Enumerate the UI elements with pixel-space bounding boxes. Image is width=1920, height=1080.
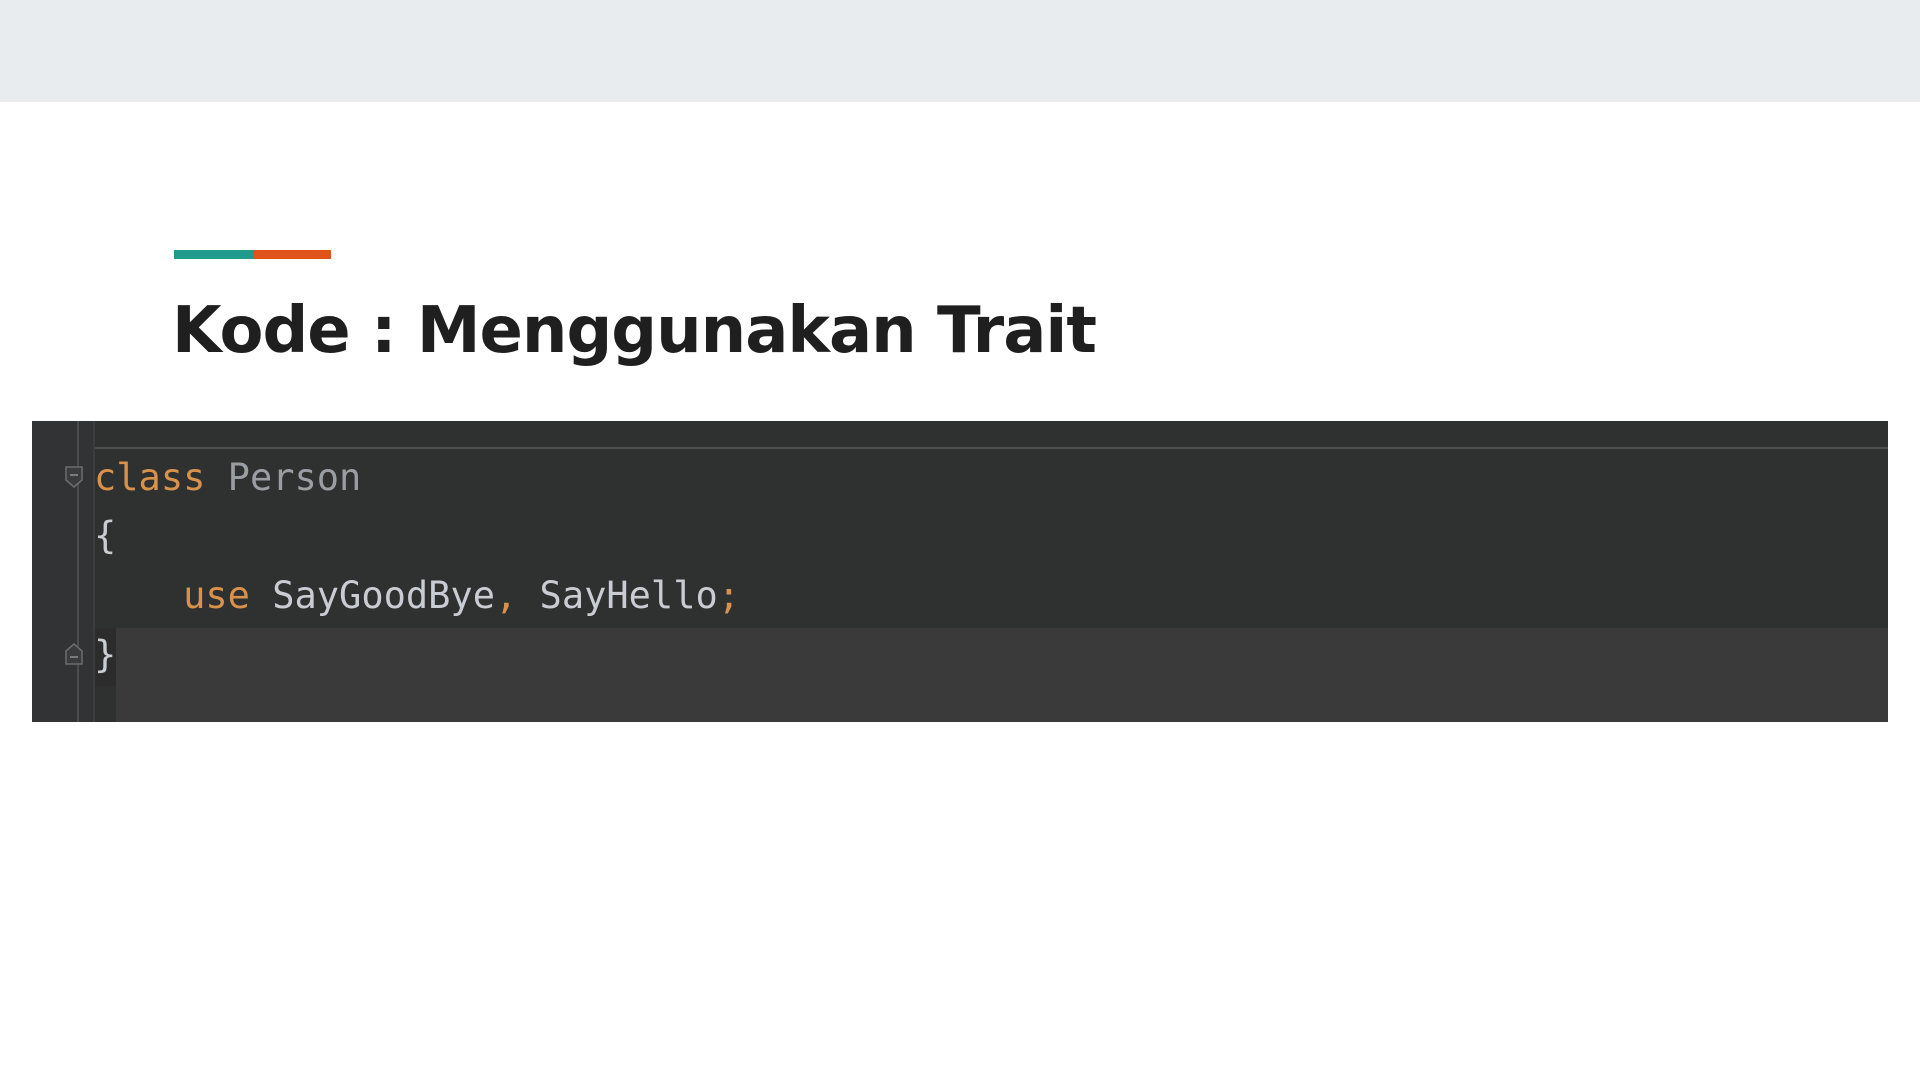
fold-end-icon[interactable]	[65, 643, 83, 665]
code-line-4: }	[94, 633, 116, 677]
code-line-2: {	[94, 514, 116, 558]
semicolon: ;	[717, 574, 741, 617]
open-brace: {	[94, 514, 117, 557]
comma-separator: ,	[494, 574, 518, 617]
code-line-1: class Person	[94, 456, 361, 500]
slide-title: Kode : Menggunakan Trait	[172, 294, 1097, 368]
class-name: Person	[227, 456, 362, 499]
top-header-band	[0, 0, 1920, 102]
current-line-highlight	[116, 628, 1888, 722]
trait-saygoodbye: SayGoodBye	[272, 574, 495, 617]
code-line-3: use SayGoodBye, SayHello;	[94, 574, 740, 618]
fold-collapse-icon[interactable]	[65, 466, 83, 488]
title-accent-bar	[174, 250, 331, 259]
editor-top-rule	[95, 447, 1888, 449]
keyword-use: use	[183, 574, 250, 617]
accent-orange-segment	[254, 250, 331, 259]
keyword-class: class	[94, 456, 206, 499]
code-editor-panel: class Person { use SayGoodBye, SayHello;…	[32, 421, 1888, 722]
editor-gutter	[32, 421, 93, 722]
close-brace: }	[94, 633, 117, 676]
accent-teal-segment	[174, 250, 254, 259]
trait-sayhello: SayHello	[539, 574, 718, 617]
